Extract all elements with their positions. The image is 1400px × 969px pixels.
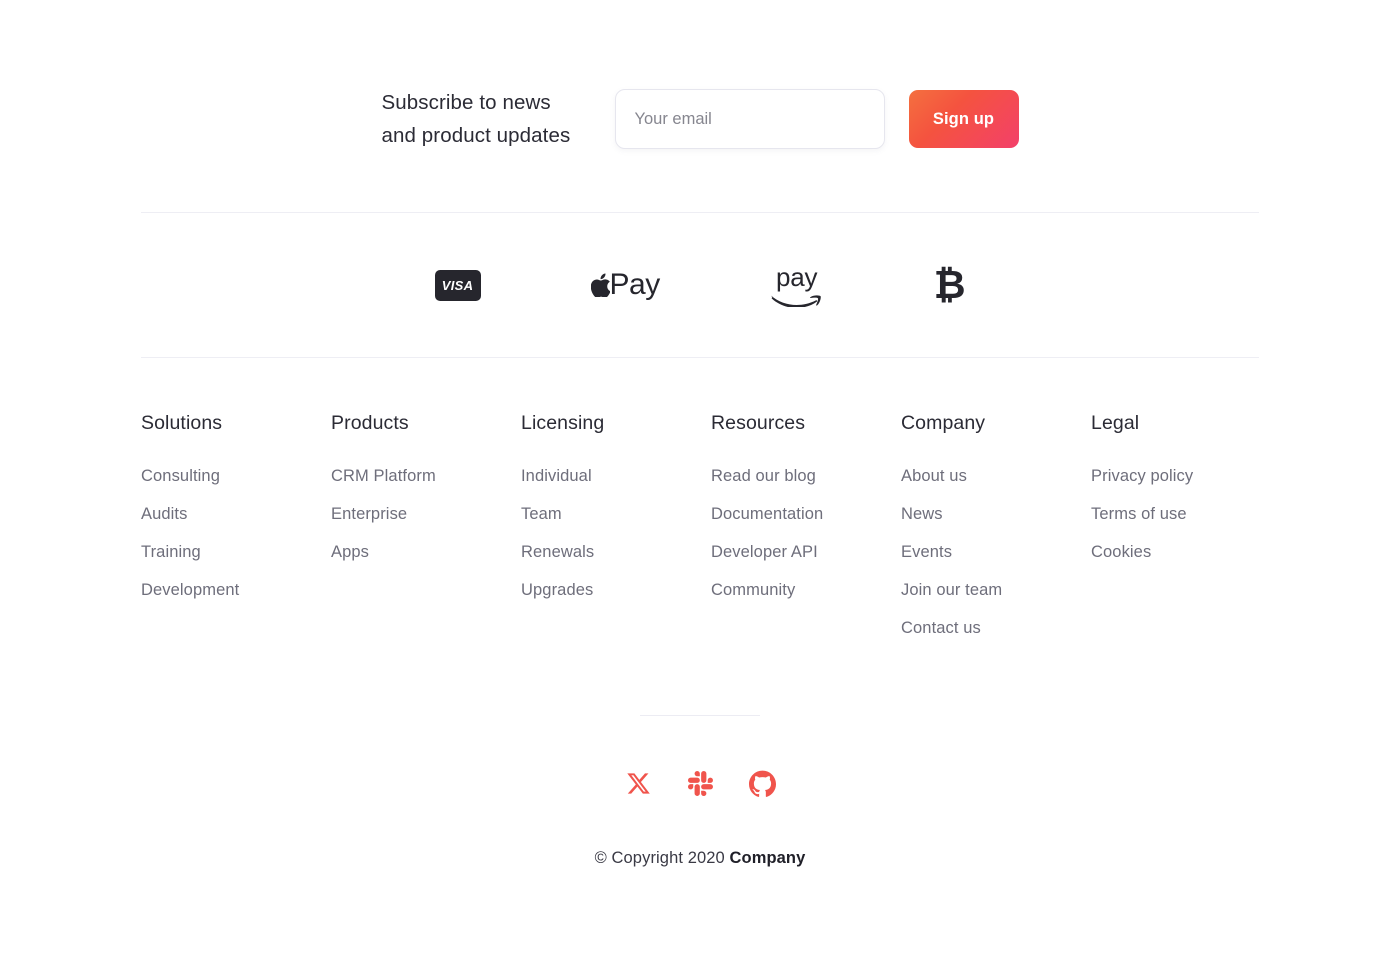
footer-link-terms-of-use[interactable]: Terms of use: [1091, 495, 1281, 533]
signup-button[interactable]: Sign up: [908, 90, 1019, 148]
footer-column-products: Products CRM Platform Enterprise Apps: [331, 412, 521, 647]
copyright-prefix: © Copyright 2020: [594, 849, 730, 867]
subscribe-heading-line2: and product updates: [381, 124, 571, 147]
amazon-pay-icon: pay: [770, 264, 824, 307]
x-twitter-icon[interactable]: [619, 764, 657, 802]
column-title: Solutions: [141, 412, 223, 434]
footer-column-solutions: Solutions Consulting Audits Training Dev…: [141, 412, 331, 647]
payment-visa: VISA: [434, 256, 481, 314]
copyright-text: © Copyright 2020 Company: [0, 849, 1400, 868]
subscribe-section: Subscribe to news and product updates Si…: [141, 86, 1259, 152]
email-input[interactable]: [614, 89, 885, 149]
footer-link-privacy-policy[interactable]: Privacy policy: [1091, 457, 1281, 495]
column-links: About us News Events Join our team Conta…: [901, 457, 1091, 647]
column-links: Privacy policy Terms of use Cookies: [1091, 457, 1281, 571]
footer-link-crm-platform[interactable]: CRM Platform: [331, 457, 521, 495]
footer-link-development[interactable]: Development: [141, 571, 331, 609]
visa-icon-label: VISA: [441, 277, 474, 293]
footer-link-join-our-team[interactable]: Join our team: [901, 571, 1091, 609]
column-links: Consulting Audits Training Development: [141, 457, 331, 609]
subscribe-heading-line1: Subscribe to news: [381, 91, 551, 114]
column-title: Resources: [711, 412, 806, 434]
column-title: Products: [331, 412, 409, 434]
footer-column-company: Company About us News Events Join our te…: [901, 412, 1091, 647]
subscribe-heading: Subscribe to news and product updates: [382, 86, 587, 152]
amazon-pay-label: pay: [776, 261, 818, 292]
footer-column-licensing: Licensing Individual Team Renewals Upgra…: [521, 412, 711, 647]
footer-link-enterprise[interactable]: Enterprise: [331, 495, 521, 533]
footer-link-developer-api[interactable]: Developer API: [711, 533, 901, 571]
social-links: [0, 764, 1400, 802]
amazon-smile-icon: [770, 294, 821, 307]
footer-link-documentation[interactable]: Documentation: [711, 495, 901, 533]
footer-link-events[interactable]: Events: [901, 533, 1091, 571]
divider-bottom: [640, 715, 760, 716]
footer-link-consulting[interactable]: Consulting: [141, 457, 331, 495]
column-links: Individual Team Renewals Upgrades: [521, 457, 711, 609]
column-links: CRM Platform Enterprise Apps: [331, 457, 521, 571]
footer-link-news[interactable]: News: [901, 495, 1091, 533]
payment-amazon-pay: pay: [770, 256, 824, 314]
footer-link-training[interactable]: Training: [141, 533, 331, 571]
copyright-company: Company: [729, 849, 806, 867]
footer-link-upgrades[interactable]: Upgrades: [521, 571, 711, 609]
column-title: Legal: [1091, 412, 1140, 434]
footer-page: Subscribe to news and product updates Si…: [0, 0, 1400, 969]
footer-link-contact-us[interactable]: Contact us: [901, 609, 1091, 647]
footer-link-cookies[interactable]: Cookies: [1091, 533, 1281, 571]
footer-link-about-us[interactable]: About us: [901, 457, 1091, 495]
footer-link-audits[interactable]: Audits: [141, 495, 331, 533]
apple-pay-label: Pay: [609, 268, 661, 301]
footer-link-apps[interactable]: Apps: [331, 533, 521, 571]
footer-link-team[interactable]: Team: [521, 495, 711, 533]
footer-link-individual[interactable]: Individual: [521, 457, 711, 495]
slack-icon[interactable]: [681, 764, 719, 802]
column-links: Read our blog Documentation Developer AP…: [711, 457, 901, 609]
footer-column-legal: Legal Privacy policy Terms of use Cookie…: [1091, 412, 1281, 647]
payment-apple-pay: Pay: [590, 256, 661, 314]
payment-methods: VISA Pay pay ₿: [141, 256, 1259, 314]
column-title: Licensing: [521, 412, 605, 434]
github-icon[interactable]: [743, 764, 781, 802]
column-title: Company: [901, 412, 986, 434]
visa-icon: VISA: [434, 269, 481, 301]
payment-bitcoin: ₿: [934, 256, 966, 314]
footer-column-resources: Resources Read our blog Documentation De…: [711, 412, 901, 647]
apple-logo-icon: [590, 273, 610, 297]
divider-top: [141, 212, 1259, 213]
divider-middle: [141, 357, 1259, 358]
footer-link-columns: Solutions Consulting Audits Training Dev…: [141, 412, 1259, 647]
footer-link-renewals[interactable]: Renewals: [521, 533, 711, 571]
bitcoin-icon: ₿: [933, 262, 966, 308]
footer-link-community[interactable]: Community: [711, 571, 901, 609]
apple-pay-icon: Pay: [590, 268, 661, 301]
footer-link-read-our-blog[interactable]: Read our blog: [711, 457, 901, 495]
